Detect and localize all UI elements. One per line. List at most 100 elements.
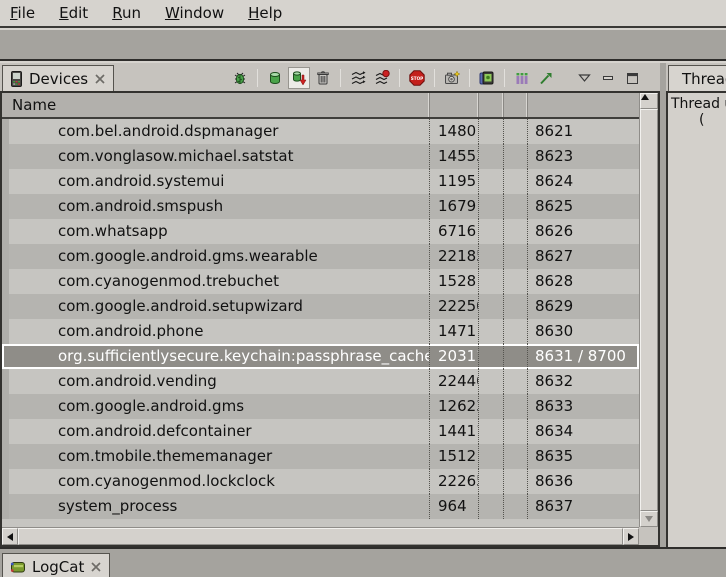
close-icon[interactable] [90, 561, 102, 573]
threads-message-line2: ( [668, 112, 726, 128]
process-port: 8630 [528, 319, 639, 344]
tab-threads[interactable]: Threads [668, 65, 726, 91]
tab-devices[interactable]: Devices [2, 65, 114, 91]
empty-cell [479, 194, 504, 219]
capture-systrace-button[interactable] [511, 67, 533, 89]
menu-run[interactable]: Run [112, 2, 153, 24]
dump-view-hierarchy-button[interactable] [476, 67, 498, 89]
table-row[interactable]: com.android.systemui 1195 8624 [2, 169, 639, 194]
menu-help[interactable]: Help [248, 2, 294, 24]
table-row[interactable]: com.android.vending 22440 8632 [2, 369, 639, 394]
debug-process-button[interactable] [229, 67, 251, 89]
column-header-pid[interactable] [430, 93, 479, 117]
table-row[interactable]: com.google.android.setupwizard 22250 862… [2, 294, 639, 319]
process-port: 8631 / 8700 [528, 344, 639, 369]
update-threads-button[interactable] [347, 67, 369, 89]
column-header-name[interactable]: Name [2, 93, 430, 117]
scroll-left-button[interactable] [2, 528, 18, 545]
process-pid: 1471 [430, 319, 479, 344]
table-row[interactable]: system_process 964 8637 [2, 494, 639, 519]
table-row[interactable]: com.bel.android.dspmanager 1480 8621 [2, 119, 639, 144]
table-row[interactable]: com.android.smspush 1679 8625 [2, 194, 639, 219]
menu-file[interactable]: File [10, 2, 47, 24]
dump-hprof-button[interactable] [288, 67, 310, 89]
process-port: 8633 [528, 394, 639, 419]
process-name: com.bel.android.dspmanager [2, 119, 430, 144]
process-pid: 14553 [430, 144, 479, 169]
scrollbar-corner [639, 527, 658, 545]
vertical-scrollbar[interactable] [639, 93, 658, 527]
menu-window[interactable]: Window [165, 2, 236, 24]
empty-cell [504, 494, 528, 519]
process-pid: 22265 [430, 469, 479, 494]
process-name: com.tmobile.thememanager [2, 444, 430, 469]
process-name: com.google.android.gms [2, 394, 430, 419]
maximize-button[interactable] [622, 68, 642, 88]
empty-cell [479, 294, 504, 319]
process-name: com.android.vending [2, 369, 430, 394]
toolbar-separator [504, 69, 505, 87]
process-port: 8637 [528, 494, 639, 519]
table-row[interactable]: com.google.android.gms.wearable 22185 86… [2, 244, 639, 269]
empty-cell [504, 294, 528, 319]
view-menu-icon [578, 73, 591, 83]
update-heap-button[interactable] [264, 67, 286, 89]
process-port: 8626 [528, 219, 639, 244]
empty-cell [504, 119, 528, 144]
screen-capture-button[interactable] [441, 67, 463, 89]
update-threads-icon [350, 70, 366, 86]
view-menu-button[interactable] [574, 68, 594, 88]
table-row[interactable]: com.cyanogenmod.trebuchet 1528 8628 [2, 269, 639, 294]
tracing-arrow-button[interactable] [535, 67, 557, 89]
empty-cell [479, 469, 504, 494]
workbench: Devices [0, 63, 726, 547]
table-row[interactable]: com.vonglasow.michael.satstat 14553 8623 [2, 144, 639, 169]
empty-cell [504, 269, 528, 294]
process-pid: 12623 [430, 394, 479, 419]
table-row[interactable]: com.google.android.gms 12623 8633 [2, 394, 639, 419]
minimize-button[interactable] [598, 68, 618, 88]
empty-cell [504, 419, 528, 444]
scroll-up-button[interactable] [640, 93, 658, 109]
toolbar-separator [399, 69, 400, 87]
cause-gc-button[interactable] [312, 67, 334, 89]
stop-text: STOP [411, 76, 424, 81]
empty-cell [504, 394, 528, 419]
down-arrow-icon [645, 516, 653, 522]
logcat-tab-label: LogCat [32, 558, 84, 576]
process-name: com.google.android.gms.wearable [2, 244, 430, 269]
up-arrow-icon [641, 94, 649, 100]
table-row[interactable]: com.android.defcontainer 14411 8634 [2, 419, 639, 444]
table-row[interactable]: com.cyanogenmod.lockclock 22265 8636 [2, 469, 639, 494]
stop-process-button[interactable]: STOP [406, 67, 428, 89]
process-port: 8621 [528, 119, 639, 144]
empty-cell [479, 244, 504, 269]
process-port: 8627 [528, 244, 639, 269]
start-method-profiling-button[interactable] [371, 67, 393, 89]
process-pid: 20311 [430, 344, 479, 369]
table-row[interactable]: com.whatsapp 6716 8626 [2, 219, 639, 244]
vertical-scroll-thumb[interactable] [640, 109, 658, 511]
process-pid: 14411 [430, 419, 479, 444]
empty-cell [479, 369, 504, 394]
horizontal-scrollbar[interactable] [2, 527, 639, 545]
scroll-right-button[interactable] [623, 528, 639, 545]
process-name: com.cyanogenmod.lockclock [2, 469, 430, 494]
table-row[interactable]: com.tmobile.thememanager 1512 8635 [2, 444, 639, 469]
menu-edit[interactable]: Edit [59, 2, 100, 24]
column-header-port[interactable] [528, 93, 639, 117]
table-row[interactable]: com.android.phone 1471 8630 [2, 319, 639, 344]
process-port: 8636 [528, 469, 639, 494]
tab-logcat[interactable]: LogCat [2, 553, 110, 577]
table-row[interactable]: org.sufficientlysecure.keychain:passphra… [2, 344, 639, 369]
eclipse-ddms-window: File Edit Run Window Help [0, 0, 726, 577]
empty-cell [479, 219, 504, 244]
column-header-blank1[interactable] [479, 93, 504, 117]
scroll-down-button[interactable] [640, 511, 658, 527]
horizontal-scroll-thumb[interactable] [18, 528, 623, 545]
close-icon[interactable] [94, 73, 106, 85]
empty-cell [504, 169, 528, 194]
devices-table-container: Name com.bel.android.dspmanager 1480 862… [0, 91, 660, 547]
process-port: 8632 [528, 369, 639, 394]
column-header-blank2[interactable] [504, 93, 528, 117]
